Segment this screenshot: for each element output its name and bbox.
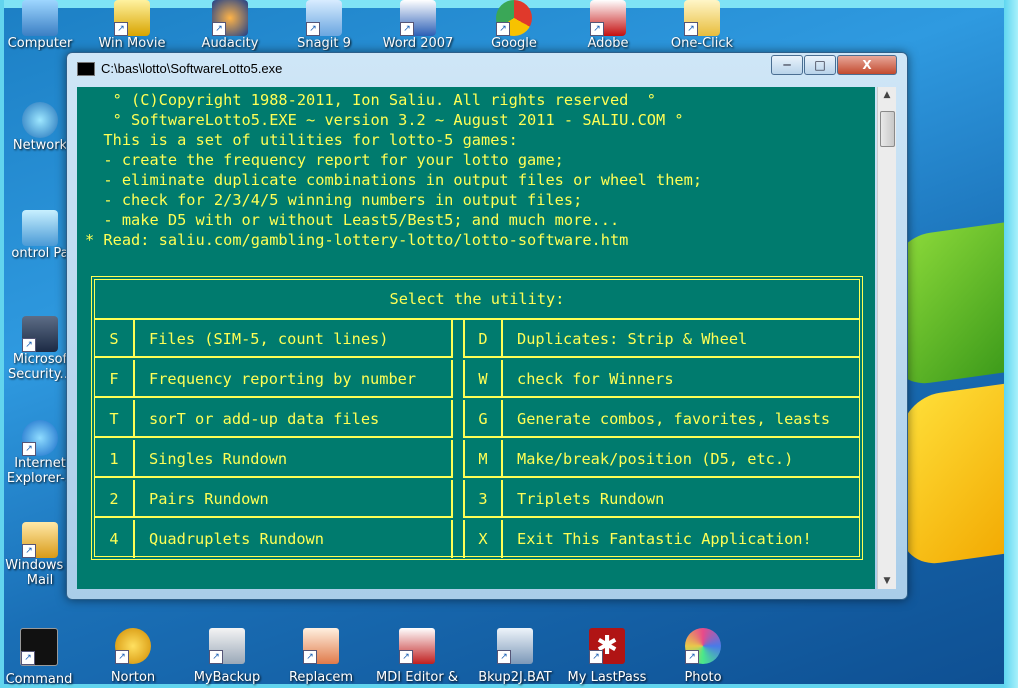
menu-row: 4 Quadruplets Rundown X Exit This Fantas… <box>95 520 859 560</box>
desktop-icon-adobe[interactable]: ↗ Adobe <box>568 0 648 51</box>
maximize-button[interactable]: □ <box>804 55 836 75</box>
menu-option[interactable]: sorT or add-up data files <box>135 400 453 438</box>
norton-icon: ↗ <box>115 628 151 664</box>
vertical-scrollbar[interactable]: ▲ ▼ <box>877 87 896 589</box>
menu-row: S Files (SIM-5, count lines) D Duplicate… <box>95 320 859 360</box>
folder-icon: ↗ <box>684 0 720 36</box>
chrome-icon: ↗ <box>496 0 532 36</box>
menu-key[interactable]: 4 <box>95 520 135 558</box>
desktop-icon-mybackup[interactable]: ↗ MyBackup <box>182 628 272 685</box>
backup-icon: ↗ <box>209 628 245 664</box>
audacity-icon: ↗ <box>212 0 248 36</box>
title-bar[interactable]: C:\bas\lotto\SoftwareLotto5.exe ─ □ X <box>67 53 907 85</box>
menu-key[interactable]: F <box>95 360 135 398</box>
desktop-icon-norton[interactable]: ↗ Norton <box>88 628 178 685</box>
close-button[interactable]: X <box>837 55 897 75</box>
editor-icon: ↗ <box>399 628 435 664</box>
menu-key[interactable]: X <box>463 520 503 558</box>
menu-row: 1 Singles Rundown M Make/break/position … <box>95 440 859 480</box>
snagit-icon: ↗ <box>306 0 342 36</box>
menu-key[interactable]: S <box>95 320 135 358</box>
desktop-icon-word[interactable]: ↗ Word 2007 <box>378 0 458 51</box>
batch-icon: ↗ <box>497 628 533 664</box>
desktop-icon-one-click[interactable]: ↗ One-Click <box>662 0 742 51</box>
desktop-icon-photo[interactable]: ↗ Photo <box>658 628 748 685</box>
menu-row: 2 Pairs Rundown 3 Triplets Rundown <box>95 480 859 520</box>
menu-row: T sorT or add-up data files G Generate c… <box>95 400 859 440</box>
command-icon: ↗ <box>20 628 58 666</box>
screen-frame-right <box>1004 0 1018 688</box>
menu-option[interactable]: Generate combos, favorites, leasts <box>503 400 859 438</box>
mail-icon: ↗ <box>22 522 58 558</box>
console-window[interactable]: C:\bas\lotto\SoftwareLotto5.exe ─ □ X ° … <box>66 52 908 600</box>
menu-option[interactable]: Singles Rundown <box>135 440 453 478</box>
minimize-button[interactable]: ─ <box>771 55 803 75</box>
menu-key[interactable]: W <box>463 360 503 398</box>
menu-key[interactable]: 2 <box>95 480 135 518</box>
menu-key[interactable]: D <box>463 320 503 358</box>
desktop-icon-google[interactable]: ↗ Google <box>474 0 554 51</box>
desktop-icon-snagit[interactable]: ↗ Snagit 9 <box>284 0 364 51</box>
scroll-thumb[interactable] <box>880 111 895 147</box>
window-title: C:\bas\lotto\SoftwareLotto5.exe <box>101 61 283 76</box>
scroll-up-icon[interactable]: ▲ <box>878 87 896 103</box>
menu-option[interactable]: Exit This Fantastic Application! <box>503 520 859 558</box>
console-app-icon <box>77 62 95 76</box>
menu-row: F Frequency reporting by number W check … <box>95 360 859 400</box>
utility-menu: Select the utility: S Files (SIM-5, coun… <box>91 276 863 560</box>
menu-option[interactable]: Duplicates: Strip & Wheel <box>503 320 859 358</box>
menu-key[interactable]: G <box>463 400 503 438</box>
menu-key[interactable]: 3 <box>463 480 503 518</box>
menu-option[interactable]: Frequency reporting by number <box>135 360 453 398</box>
network-icon <box>22 102 58 138</box>
console-output[interactable]: ° (C)Copyright 1988-2011, Ion Saliu. All… <box>77 87 875 589</box>
photo-icon: ↗ <box>685 628 721 664</box>
menu-key[interactable]: T <box>95 400 135 438</box>
desktop-icon-audacity[interactable]: ↗ Audacity <box>190 0 270 51</box>
control-panel-icon <box>22 210 58 246</box>
bottom-icon-row: ↗ Command ↗ Norton ↗ MyBackup ↗ Replacem… <box>0 620 1018 688</box>
menu-key[interactable]: M <box>463 440 503 478</box>
desktop-icon-lastpass[interactable]: ✱ ↗ My LastPass <box>562 628 652 685</box>
adobe-icon: ↗ <box>590 0 626 36</box>
desktop-icon-win-movie[interactable]: ↗ Win Movie <box>92 0 172 51</box>
console-header-text: ° (C)Copyright 1988-2011, Ion Saliu. All… <box>85 91 703 249</box>
movie-icon: ↗ <box>114 0 150 36</box>
menu-option[interactable]: Make/break/position (D5, etc.) <box>503 440 859 478</box>
menu-option[interactable]: Triplets Rundown <box>503 480 859 518</box>
menu-option[interactable]: Pairs Rundown <box>135 480 453 518</box>
menu-title: Select the utility: <box>95 280 859 320</box>
menu-option[interactable]: check for Winners <box>503 360 859 398</box>
desktop-icon-bkup2j[interactable]: ↗ Bkup2J.BAT <box>470 628 560 685</box>
replace-icon: ↗ <box>303 628 339 664</box>
menu-option[interactable]: Files (SIM-5, count lines) <box>135 320 453 358</box>
desktop-icon-replacem[interactable]: ↗ Replacem <box>276 628 366 685</box>
desktop-icon-computer[interactable]: Computer <box>0 0 80 51</box>
security-icon: ↗ <box>22 316 58 352</box>
desktop-icon-command[interactable]: ↗ Command <box>0 628 84 687</box>
desktop-icon-mdi-editor[interactable]: ↗ MDI Editor & <box>372 628 462 685</box>
scroll-down-icon[interactable]: ▼ <box>878 573 896 589</box>
menu-option[interactable]: Quadruplets Rundown <box>135 520 453 558</box>
lastpass-icon: ✱ ↗ <box>589 628 625 664</box>
ie-icon: ↗ <box>22 420 58 456</box>
menu-key[interactable]: 1 <box>95 440 135 478</box>
word-icon: ↗ <box>400 0 436 36</box>
computer-icon <box>22 0 58 36</box>
